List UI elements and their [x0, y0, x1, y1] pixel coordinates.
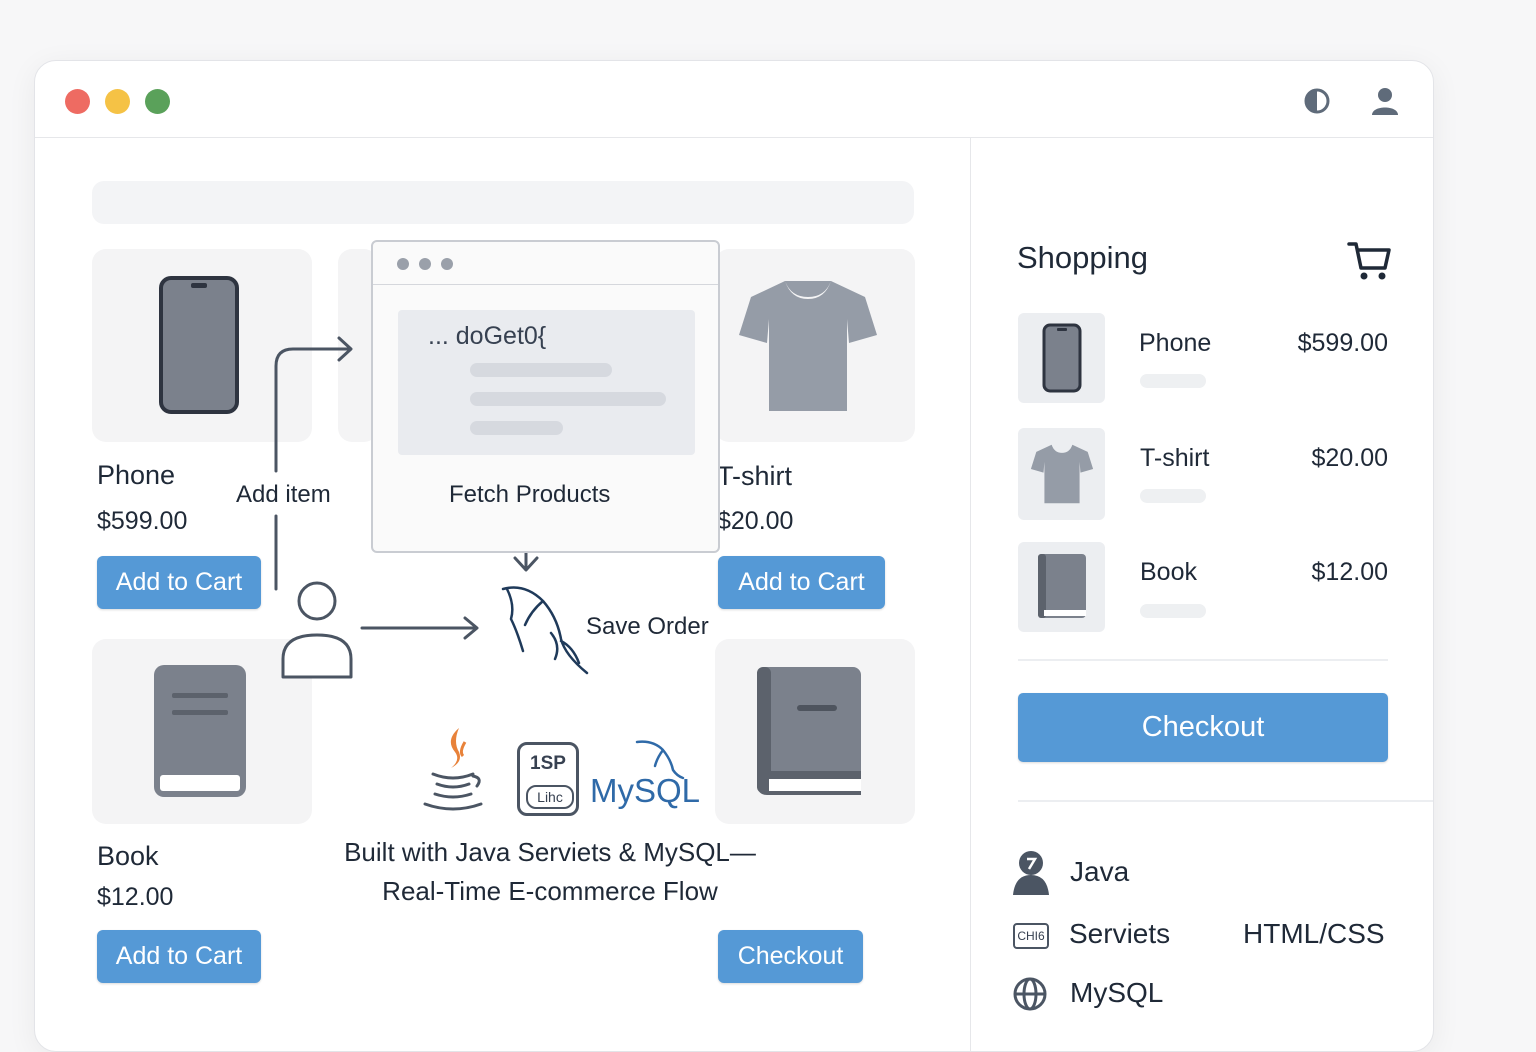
book-icon	[1038, 554, 1086, 618]
cart-item-price: $20.00	[1311, 444, 1388, 472]
jsp-logo-icon: 1SP Lihc	[517, 742, 579, 816]
tshirt-icon	[1030, 444, 1094, 504]
code-panel: ... doGet0{	[398, 310, 695, 455]
mysql-logo-dolphin-icon	[635, 740, 685, 780]
jsp-logo-text: 1SP	[530, 753, 566, 774]
shopping-cart-sidebar: Shopping Phone $599.00 T-shirt $20.00 Bo…	[970, 138, 1433, 1051]
code-line	[470, 421, 563, 435]
tech-label-java: Java	[1070, 856, 1130, 887]
cart-item-quantity-placeholder	[1140, 374, 1206, 388]
contrast-icon[interactable]	[1299, 83, 1335, 119]
shopping-cart-icon[interactable]	[1347, 240, 1391, 282]
code-window-dot	[419, 258, 431, 270]
caption-block: Built with Java Serviets & MySQL— Real-T…	[315, 833, 785, 911]
code-line	[470, 392, 666, 406]
mysql-dolphin-icon	[501, 586, 589, 675]
caption-line-2: Real-Time E-commerce Flow	[382, 876, 718, 906]
cart-item-thumbnail	[1018, 313, 1105, 403]
sidebar-title: Shopping	[1017, 240, 1149, 275]
cart-item-quantity-placeholder	[1140, 489, 1206, 503]
java-logo-icon	[423, 728, 483, 811]
checkout-button-sidebar[interactable]: Checkout	[1018, 693, 1388, 762]
sidebar-divider	[1018, 659, 1388, 661]
code-window-dot	[441, 258, 453, 270]
cart-item-thumbnail	[1018, 428, 1105, 520]
phone-icon	[1042, 323, 1082, 393]
customer-user-icon	[281, 581, 353, 679]
code-window-dot	[397, 258, 409, 270]
save-order-label: Save Order	[586, 613, 709, 640]
tech-label-mysql: MySQL	[1070, 977, 1164, 1008]
code-window-titlebar	[373, 242, 718, 285]
add-item-label: Add item	[234, 481, 333, 509]
cart-item-price: $599.00	[1297, 329, 1388, 357]
tech-label-html-css: HTML/CSS	[1243, 918, 1385, 949]
browser-window: Phone $599.00 Add to Cart T-shirt $20.00…	[34, 60, 1434, 1052]
globe-icon	[1013, 977, 1047, 1011]
fetch-products-label: Fetch Products	[447, 481, 613, 509]
caption-line-1: Built with Java Serviets & MySQL—	[344, 837, 756, 867]
code-text: ... doGet0{	[428, 322, 547, 350]
java-duke-icon	[1013, 851, 1049, 895]
cart-item-price: $12.00	[1311, 558, 1388, 586]
cart-item-name: Phone	[1139, 329, 1212, 357]
user-icon[interactable]	[1367, 83, 1403, 119]
servlet-chip-icon: CHI6	[1013, 923, 1049, 949]
cart-item-thumbnail	[1018, 542, 1105, 632]
tech-label-servlets: Serviets	[1069, 918, 1171, 949]
code-line	[470, 363, 612, 377]
cart-item-quantity-placeholder	[1140, 604, 1206, 618]
jsp-logo-subtext: Lihc	[526, 785, 574, 809]
cart-item-name: Book	[1140, 558, 1197, 586]
sidebar-divider	[1018, 800, 1433, 802]
cart-item-name: T-shirt	[1140, 444, 1210, 472]
